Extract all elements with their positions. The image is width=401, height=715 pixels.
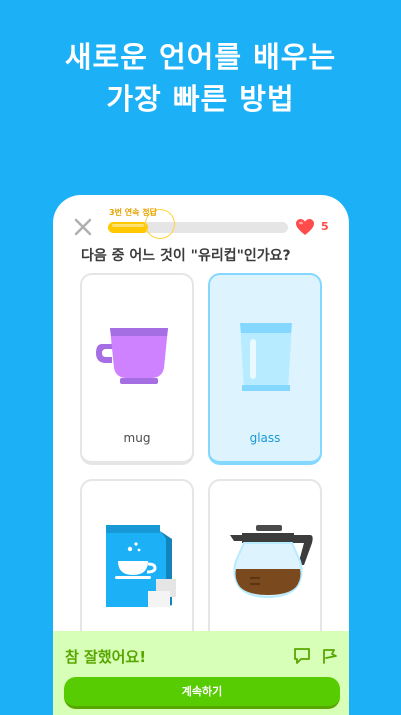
report-flag-icon[interactable]	[321, 647, 339, 665]
promo-headline: 새로운 언어를 배우는 가장 빠른 방법	[0, 36, 401, 120]
comment-icon[interactable]	[293, 647, 311, 665]
feedback-title: 참 잘했어요!	[65, 648, 147, 666]
choice-card-mug[interactable]: mug	[80, 273, 194, 465]
continue-button[interactable]: 계속하기	[64, 677, 340, 709]
streak-label: 3번 연속 정답	[109, 208, 157, 217]
glass-icon	[240, 323, 292, 391]
coffee-pot-icon	[230, 525, 313, 599]
coffee-bag-icon	[106, 525, 176, 607]
headline-line-2: 가장 빠른 방법	[106, 82, 295, 116]
feedback-panel: 참 잘했어요! 계속하기	[53, 631, 349, 715]
choice-label-mug: mug	[123, 431, 151, 445]
progress-shine	[112, 224, 144, 227]
mug-icon	[96, 328, 168, 384]
hearts-count: 5	[321, 220, 329, 233]
question-prompt: 다음 중 어느 것이 "유리컵"인가요?	[81, 248, 291, 264]
choice-label-glass: glass	[249, 431, 281, 445]
lesson-progress-bar	[108, 222, 288, 233]
headline-line-1: 새로운 언어를 배우는	[64, 40, 337, 74]
close-icon	[74, 218, 92, 236]
heart-icon	[296, 219, 314, 235]
lesson-progress-fill	[108, 222, 148, 233]
choice-card-glass[interactable]: glass	[208, 273, 322, 465]
close-button[interactable]	[73, 217, 93, 237]
